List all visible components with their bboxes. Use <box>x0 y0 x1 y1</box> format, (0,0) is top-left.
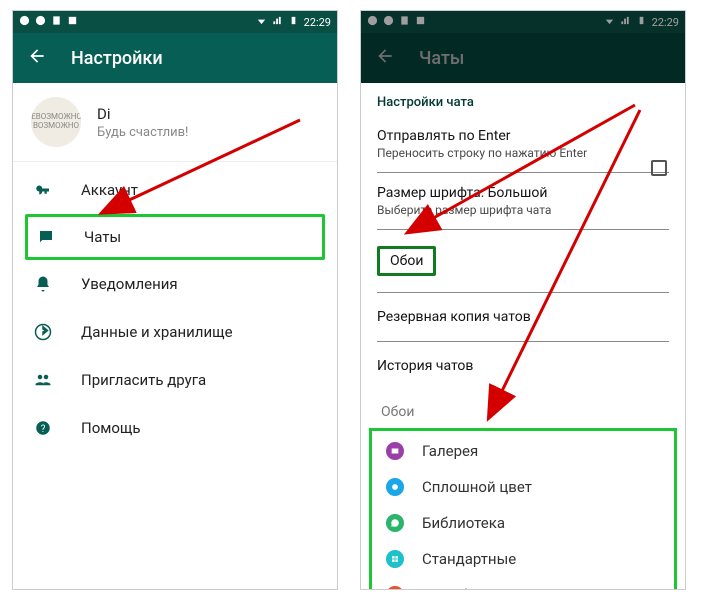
wifi-icon <box>256 15 267 29</box>
row-wallpaper[interactable]: Обои <box>361 230 685 292</box>
wallpaper-highlight: Обои <box>377 246 436 276</box>
image-icon <box>386 442 404 460</box>
clock-text: 22:29 <box>652 16 679 29</box>
settings-item-data[interactable]: Данные и хранилище <box>13 308 337 356</box>
divider <box>377 172 669 173</box>
sheet-item-none[interactable]: Без обоев <box>374 577 672 590</box>
signal-icon <box>620 15 631 29</box>
settings-item-invite[interactable]: Пригласить друга <box>13 356 337 404</box>
settings-label: Помощь <box>81 419 141 437</box>
row-title: Размер шрифта: Большой <box>377 185 669 201</box>
sheet-label: Без обоев <box>422 586 493 590</box>
settings-item-chats[interactable]: Чаты <box>25 214 325 260</box>
phone-chats: 22:29 Чаты Настройки чата Отправлять по … <box>360 10 686 590</box>
sheet-body-highlight: Галерея Сплошной цвет Библиотека Стандар… <box>369 428 677 590</box>
row-backup[interactable]: Резервная копия чатов <box>361 293 685 341</box>
settings-item-account[interactable]: Аккаунт <box>13 166 337 214</box>
wifi-icon <box>604 15 615 29</box>
key-icon <box>33 180 53 200</box>
row-history[interactable]: История чатов <box>361 342 685 390</box>
settings-item-help[interactable]: ? Помощь <box>13 404 337 452</box>
sheet-title: Обои <box>361 390 685 426</box>
battery-icon <box>636 15 647 29</box>
settings-label: Чаты <box>84 228 121 246</box>
people-icon <box>33 370 53 390</box>
sheet-label: Сплошной цвет <box>422 478 532 496</box>
sheet-label: Галерея <box>422 442 478 460</box>
back-icon[interactable] <box>27 46 47 71</box>
phone-settings: 22:29 Настройки НЕВОЗМОЖНОЕ ВОЗМОЖНО Di … <box>12 10 338 590</box>
telegram-icon <box>367 15 378 29</box>
sheet-label: Стандартные <box>422 550 516 568</box>
settings-label: Уведомления <box>81 275 178 293</box>
facebook-icon <box>67 15 78 29</box>
appbar: Настройки <box>13 33 337 83</box>
section-header: Настройки чата <box>361 83 685 116</box>
settings-item-notifications[interactable]: Уведомления <box>13 260 337 308</box>
data-icon <box>33 322 53 342</box>
appbar: Чаты <box>361 33 685 83</box>
battery-icon <box>288 15 299 29</box>
row-title: Отправлять по Enter <box>377 128 669 144</box>
profile-name: Di <box>97 105 188 123</box>
profile-status: Будь счастлив! <box>97 125 188 140</box>
divider <box>377 292 669 293</box>
divider <box>13 161 337 162</box>
sheet-item-default[interactable]: Стандартные <box>374 541 672 577</box>
grid-icon <box>386 550 404 568</box>
row-font-size[interactable]: Размер шрифта: Большой Выберите размер ш… <box>361 173 685 229</box>
bell-icon <box>33 274 53 294</box>
appbar-title: Настройки <box>71 48 163 69</box>
chat-icon <box>36 227 56 247</box>
avatar: НЕВОЗМОЖНОЕ ВОЗМОЖНО <box>31 97 81 147</box>
settings-label: Аккаунт <box>81 181 138 199</box>
divider <box>377 341 669 342</box>
wallpaper-sheet: Обои Галерея Сплошной цвет Библиотека Ст… <box>361 390 685 590</box>
sheet-item-solid[interactable]: Сплошной цвет <box>374 469 672 505</box>
status-bar: 22:29 <box>361 11 685 33</box>
app-icon <box>35 15 46 29</box>
sheet-item-gallery[interactable]: Галерея <box>374 433 672 469</box>
checkbox[interactable] <box>651 160 667 176</box>
row-sub: Переносить строку по нажатию Enter <box>377 146 669 160</box>
divider <box>377 229 669 230</box>
clock-text: 22:29 <box>304 16 331 29</box>
sheet-item-library[interactable]: Библиотека <box>374 505 672 541</box>
row-sub: Выберите размер шрифта чата <box>377 203 669 217</box>
svg-text:?: ? <box>41 424 46 435</box>
status-bar: 22:29 <box>13 11 337 33</box>
facebook-icon <box>415 15 426 29</box>
help-icon: ? <box>33 418 53 438</box>
palette-icon <box>386 478 404 496</box>
back-icon[interactable] <box>375 46 395 71</box>
signal-icon <box>272 15 283 29</box>
appbar-title: Чаты <box>419 48 464 69</box>
note-icon <box>399 15 410 29</box>
whatsapp-icon <box>386 514 404 532</box>
app-icon <box>383 15 394 29</box>
settings-label: Пригласить друга <box>81 371 206 389</box>
settings-label: Данные и хранилище <box>81 323 233 341</box>
telegram-icon <box>19 15 30 29</box>
cancel-icon <box>386 586 404 590</box>
profile-row[interactable]: НЕВОЗМОЖНОЕ ВОЗМОЖНО Di Будь счастлив! <box>13 83 337 161</box>
sheet-label: Библиотека <box>422 514 505 532</box>
note-icon <box>51 15 62 29</box>
row-enter-send[interactable]: Отправлять по Enter Переносить строку по… <box>361 116 685 172</box>
